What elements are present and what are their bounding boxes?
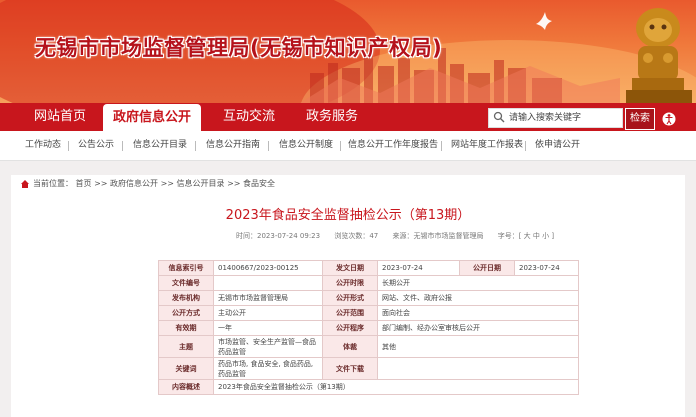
subnav-item-notices[interactable]: 公告公示: [78, 131, 114, 160]
table-value: 部门编制、经办公室审核后公开: [377, 320, 579, 336]
table-row: 发布机构 无锡市市场监督管理局 公开形式 网站、文件、政府公报: [158, 290, 579, 306]
article-title: 2023年食品安全监督抽检公示（第13期）: [225, 208, 471, 223]
search-icon: [493, 111, 505, 123]
home-icon: [21, 180, 29, 188]
table-label: 信息索引号: [158, 260, 214, 276]
accessibility-icon[interactable]: [661, 111, 677, 127]
subnav-item-site-report[interactable]: 网站年度工作报表: [451, 131, 523, 160]
header-banner: 无锡市市场监督管理局(无锡市知识产权局): [0, 0, 696, 103]
subnav-item-work-news[interactable]: 工作动态: [25, 131, 61, 160]
table-value: 其他: [377, 335, 579, 358]
table-label: 发文日期: [322, 260, 378, 276]
subnav-divider: [340, 141, 341, 151]
publish-time: 时间：2023-07-24 09:23: [236, 232, 321, 240]
site-title: 无锡市市场监督管理局(无锡市知识产权局): [35, 36, 443, 60]
table-row: 公开方式 主动公开 公开范围 面向社会: [158, 305, 579, 321]
table-value: 01400667/2023-00125: [213, 260, 323, 276]
table-label: 文件编号: [158, 275, 214, 291]
table-value: 2023-07-24: [514, 260, 579, 276]
table-value: 长期公开: [377, 275, 579, 291]
table-label: 公开范围: [322, 305, 378, 321]
nav-item-services[interactable]: 政务服务: [306, 103, 358, 131]
table-label: 公开方式: [158, 305, 214, 321]
table-label: 公开时限: [322, 275, 378, 291]
subnav-item-guide[interactable]: 信息公开指南: [206, 131, 260, 160]
table-row: 主题 市场监管、安全生产监管—食品药品监管 体裁 其他: [158, 335, 579, 358]
subnav-divider: [122, 141, 123, 151]
table-value: 主动公开: [213, 305, 323, 321]
table-label: 公开形式: [322, 290, 378, 306]
table-row: 内容概述 2023年食品安全监督抽检公示（第13期）: [158, 379, 579, 395]
table-value: 面向社会: [377, 305, 579, 321]
table-value: 网站、文件、政府公报: [377, 290, 579, 306]
nav-item-gov-info[interactable]: 政府信息公开: [103, 104, 202, 131]
subnav-item-system[interactable]: 信息公开制度: [279, 131, 333, 160]
table-value: 2023年食品安全监督抽检公示（第13期）: [213, 379, 579, 395]
subnav-divider: [525, 141, 526, 151]
search-input[interactable]: 请输入搜索关键字: [488, 108, 623, 128]
table-value: 无锡市市场监督管理局: [213, 290, 323, 306]
table-row: 有效期 一年 公开程序 部门编制、经办公室审核后公开: [158, 320, 579, 336]
view-count: 浏览次数：47: [334, 232, 379, 240]
table-label: 主题: [158, 335, 214, 358]
table-value: 市场监管、安全生产监管—食品药品监管: [213, 335, 323, 358]
breadcrumb-text[interactable]: 当前位置： 首页 >> 政府信息公开 >> 信息公开目录 >> 食品安全: [33, 175, 275, 193]
table-value: 药品市场, 食品安全, 食品药品, 药品监管: [213, 357, 323, 380]
table-value: 2023-07-24: [377, 260, 460, 276]
subnav-item-directory[interactable]: 信息公开目录: [133, 131, 187, 160]
table-label: 文件下载: [322, 357, 378, 380]
sub-navbar: 工作动态 公告公示 信息公开目录 信息公开指南 信息公开制度 信息公开工作年度报…: [0, 131, 696, 161]
search-button[interactable]: 检索: [625, 108, 655, 130]
table-label: 发布机构: [158, 290, 214, 306]
nav-item-interaction[interactable]: 互动交流: [223, 103, 275, 131]
nav-item-home[interactable]: 网站首页: [34, 103, 86, 131]
table-row: 信息索引号 01400667/2023-00125 发文日期 2023-07-2…: [158, 260, 579, 276]
table-label: 关键词: [158, 357, 214, 380]
article-source: 来源：无锡市市场监督管理局: [392, 232, 484, 240]
breadcrumb: 当前位置： 首页 >> 政府信息公开 >> 信息公开目录 >> 食品安全: [11, 175, 685, 194]
table-label: 体裁: [322, 335, 378, 358]
table-row: 文件编号 公开时限 长期公开: [158, 275, 579, 291]
table-row: 关键词 药品市场, 食品安全, 食品药品, 药品监管 文件下载: [158, 357, 579, 380]
dove-icon: [536, 12, 552, 30]
article-meta: 时间：2023-07-24 09:23 浏览次数：47 来源：无锡市市场监督管理…: [236, 231, 566, 241]
subnav-divider: [68, 141, 69, 151]
table-value: 一年: [213, 320, 323, 336]
table-value: [213, 275, 323, 291]
table-label: 公开日期: [459, 260, 515, 276]
search-placeholder: 请输入搜索关键字: [509, 113, 582, 123]
font-size-control[interactable]: 字号：[ 大 中 小 ]: [498, 232, 554, 240]
subnav-item-annual-report[interactable]: 信息公开工作年度报告: [348, 131, 438, 160]
info-table: 信息索引号 01400667/2023-00125 发文日期 2023-07-2…: [158, 260, 579, 395]
subnav-divider: [195, 141, 196, 151]
file-download-cell[interactable]: [377, 357, 579, 380]
subnav-divider: [268, 141, 269, 151]
table-label: 公开程序: [322, 320, 378, 336]
table-label: 有效期: [158, 320, 214, 336]
lion-statue-icon: [626, 8, 692, 103]
table-label: 内容概述: [158, 379, 214, 395]
subnav-divider: [441, 141, 442, 151]
subnav-item-on-request[interactable]: 依申请公开: [535, 131, 580, 160]
